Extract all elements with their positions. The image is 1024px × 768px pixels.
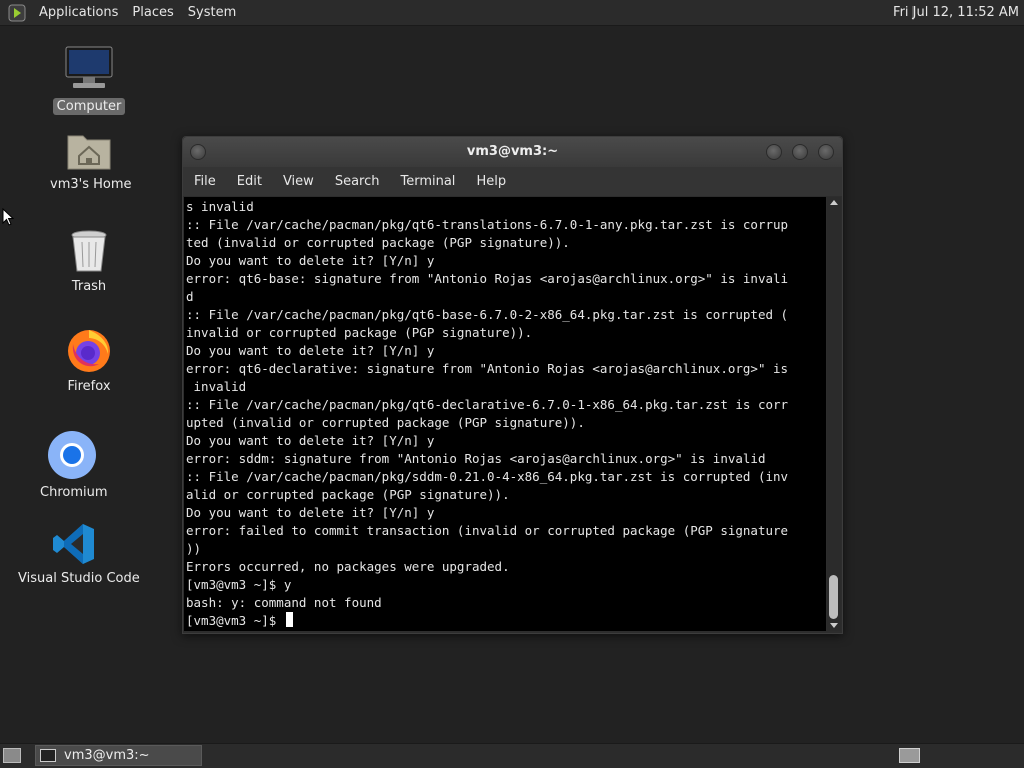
terminal-line: [vm3@vm3 ~]$ [186,612,826,630]
terminal-scrollbar[interactable] [827,197,841,631]
terminal-line: :: File /var/cache/pacman/pkg/qt6-base-6… [186,306,826,324]
applications-menu-icon[interactable] [8,4,26,22]
terminal-line: Errors occurred, no packages were upgrad… [186,558,826,576]
menu-terminal[interactable]: Terminal [389,167,465,196]
window-title: vm3@vm3:~ [466,144,559,159]
terminal-line: ted (invalid or corrupted package (PGP s… [186,234,826,252]
terminal-line-text: invalid [186,379,247,394]
terminal-line-text: d [186,289,194,304]
terminal-line-text: :: File /var/cache/pacman/pkg/qt6-transl… [186,217,789,232]
desktop-icon-label: Visual Studio Code [18,571,140,586]
terminal-cursor [285,612,293,627]
desktop-icon-label: Trash [71,279,107,294]
vscode-icon [53,524,94,564]
terminal-line: :: File /var/cache/pacman/pkg/sddm-0.21.… [186,468,826,486]
terminal-line: bash: y: command not found [186,594,826,612]
bottom-panel: vm3@vm3:~ [0,743,1024,768]
desktop-icon-label: vm3's Home [50,177,132,192]
desktop-icon-label: Firefox [67,379,111,394]
trash-icon [71,230,107,272]
terminal-line: Do you want to delete it? [Y/n] y [186,252,826,270]
terminal-line: error: qt6-declarative: signature from "… [186,360,826,378]
applications-menu[interactable]: Applications [32,0,125,25]
terminal-line: d [186,288,826,306]
terminal-line-text: [vm3@vm3 ~]$ [186,613,284,628]
terminal-output[interactable]: s invalid:: File /var/cache/pacman/pkg/q… [184,197,826,631]
close-button[interactable] [818,144,834,160]
terminal-line-text: alid or corrupted package (PGP signature… [186,487,510,502]
terminal-line-text: Do you want to delete it? [Y/n] y [186,433,435,448]
home-folder-icon [67,135,111,170]
computer-icon [65,46,113,88]
terminal-window[interactable]: vm3@vm3:~ File Edit View Search Terminal… [182,136,843,634]
desktop-icon-firefox[interactable]: Firefox [58,326,120,395]
terminal-line: Do you want to delete it? [Y/n] y [186,432,826,450]
desktop-icon-trash[interactable]: Trash [58,228,120,295]
terminal-line-text: Do you want to delete it? [Y/n] y [186,343,435,358]
terminal-line: :: File /var/cache/pacman/pkg/qt6-declar… [186,396,826,414]
desktop-icon-label: Chromium [40,485,108,500]
terminal-line-text: bash: y: command not found [186,595,382,610]
terminal-line-text: :: File /var/cache/pacman/pkg/sddm-0.21.… [186,469,789,484]
scroll-down-arrow-icon[interactable] [830,623,838,628]
terminal-line-text: :: File /var/cache/pacman/pkg/qt6-declar… [186,397,789,412]
terminal-line-text: Do you want to delete it? [Y/n] y [186,505,435,520]
menu-help[interactable]: Help [465,167,516,196]
terminal-line-text: )) [186,541,202,556]
terminal-line-text: error: sddm: signature from "Antonio Roj… [186,451,766,466]
firefox-icon [68,330,110,372]
terminal-line: :: File /var/cache/pacman/pkg/qt6-transl… [186,216,826,234]
maximize-button[interactable] [792,144,808,160]
clock[interactable]: Fri Jul 12, 11:52 AM [893,0,1019,25]
places-menu[interactable]: Places [125,0,180,25]
terminal-line-text: Do you want to delete it? [Y/n] y [186,253,435,268]
terminal-line: alid or corrupted package (PGP signature… [186,486,826,504]
desktop-icon-label: Computer [52,98,126,115]
terminal-line-text: error: qt6-declarative: signature from "… [186,361,789,376]
terminal-line: )) [186,540,826,558]
terminal-line-text: upted (invalid or corrupted package (PGP… [186,415,585,430]
desktop-icon-vscode[interactable]: Visual Studio Code [14,522,140,587]
mouse-pointer-icon [2,208,14,226]
terminal-line-text: s invalid [186,199,254,214]
terminal-line-text: invalid or corrupted package (PGP signat… [186,325,533,340]
terminal-line: s invalid [186,198,826,216]
menu-edit[interactable]: Edit [226,167,272,196]
terminal-line: invalid or corrupted package (PGP signat… [186,324,826,342]
system-menu[interactable]: System [181,0,243,25]
terminal-line: invalid [186,378,826,396]
workspace-switcher[interactable] [899,748,920,763]
terminal-line: upted (invalid or corrupted package (PGP… [186,414,826,432]
terminal-line-text: [vm3@vm3 ~]$ y [186,577,292,592]
terminal-line-text: Errors occurred, no packages were upgrad… [186,559,510,574]
terminal-line-text: :: File /var/cache/pacman/pkg/qt6-base-6… [186,307,789,322]
menu-view[interactable]: View [272,167,324,196]
terminal-line: error: failed to commit transaction (inv… [186,522,826,540]
terminal-line-text: error: failed to commit transaction (inv… [186,523,789,538]
terminal-line: Do you want to delete it? [Y/n] y [186,504,826,522]
terminal-line: Do you want to delete it? [Y/n] y [186,342,826,360]
taskbar-button-terminal[interactable]: vm3@vm3:~ [35,745,202,766]
menu-search[interactable]: Search [324,167,390,196]
terminal-line: [vm3@vm3 ~]$ y [186,576,826,594]
desktop-icon-home[interactable]: vm3's Home [46,128,132,193]
window-titlebar[interactable]: vm3@vm3:~ [183,137,842,167]
top-panel: Applications Places System Fri Jul 12, 1… [0,0,1024,26]
terminal-menubar: File Edit View Search Terminal Help [183,167,842,196]
chromium-icon [48,431,96,479]
desktop-icon-computer[interactable]: Computer [50,44,128,115]
terminal-line-text: ted (invalid or corrupted package (PGP s… [186,235,570,250]
show-desktop-icon[interactable] [3,748,21,763]
terminal-icon [40,749,56,762]
minimize-button[interactable] [766,144,782,160]
scroll-up-arrow-icon[interactable] [830,200,838,205]
taskbar-button-label: vm3@vm3:~ [64,748,150,763]
terminal-line-text: error: qt6-base: signature from "Antonio… [186,271,789,286]
menu-file[interactable]: File [183,167,226,196]
terminal-line: error: qt6-base: signature from "Antonio… [186,270,826,288]
terminal-line: error: sddm: signature from "Antonio Roj… [186,450,826,468]
desktop-icon-chromium[interactable]: Chromium [36,430,108,501]
scrollbar-thumb[interactable] [829,575,838,619]
